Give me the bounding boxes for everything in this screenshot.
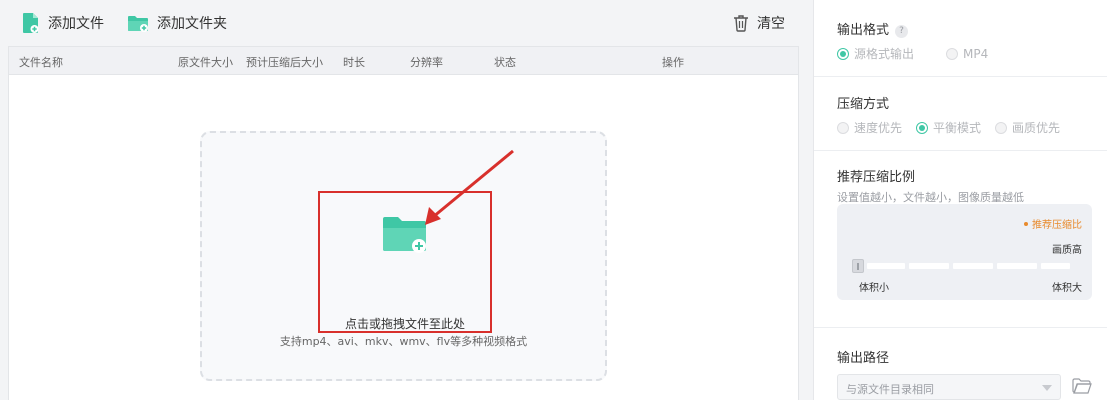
column-header-resolution: 分辨率 xyxy=(410,56,443,69)
add-file-label: 添加文件 xyxy=(48,16,104,32)
output-format-options: 源格式输出 MP4 xyxy=(837,45,1002,62)
radio-dot xyxy=(837,47,849,60)
trash-icon xyxy=(734,15,748,32)
column-header-filename: 文件名称 xyxy=(19,56,63,69)
radio-label: MP4 xyxy=(963,46,989,61)
slider-segment xyxy=(997,263,1037,269)
compress-mode-title: 压缩方式 xyxy=(837,97,890,112)
quality-high-label: 画质高 xyxy=(1052,245,1082,256)
chevron-down-icon xyxy=(1042,385,1052,391)
compression-ratio-title: 推荐压缩比例 xyxy=(837,170,916,185)
add-file-button[interactable]: 添加文件 xyxy=(22,10,104,36)
radio-quality-first[interactable]: 画质优先 xyxy=(995,119,1060,136)
compress-mode-section: 压缩方式 速度优先 平衡模式 画质优先 xyxy=(814,77,1107,151)
output-format-label: 输出格式 xyxy=(837,23,890,38)
add-folder-button[interactable]: 添加文件夹 xyxy=(127,10,227,36)
radio-balanced[interactable]: 平衡模式 xyxy=(916,119,981,136)
compression-ratio-section: 推荐压缩比例 设置值越小，文件越小，图像质量越低 推荐压缩比 画质高 体积小 体… xyxy=(814,151,1107,328)
compression-ratio-hint: 设置值越小，文件越小，图像质量越低 xyxy=(837,191,1024,204)
slider-segment xyxy=(1041,263,1070,269)
output-path-select[interactable]: 与源文件目录相同 xyxy=(837,374,1061,400)
radio-dot xyxy=(837,121,849,134)
output-path-title: 输出路径 xyxy=(837,351,890,366)
file-table: 文件名称 原文件大小 预计压缩后大小 时长 分辨率 状态 操作 点击或拖拽文件至… xyxy=(8,46,799,400)
output-path-section: 输出路径 与源文件目录相同 xyxy=(814,328,1107,400)
open-folder-icon[interactable] xyxy=(1072,378,1092,394)
toolbar: 添加文件 添加文件夹 清空 xyxy=(0,0,812,46)
add-file-icon xyxy=(23,13,39,33)
volume-large-label: 体积大 xyxy=(1052,283,1082,294)
output-path-value: 与源文件目录相同 xyxy=(846,383,934,396)
slider-segment xyxy=(909,263,949,269)
volume-small-label: 体积小 xyxy=(859,283,889,294)
compressor-app: 添加文件 添加文件夹 清空 文件名称 原文件大小 预计压缩后大小 时长 分辨率 … xyxy=(0,0,1107,400)
drop-zone[interactable]: 点击或拖拽文件至此处 支持mp4、avi、mkv、wmv、flv等多种视频格式 xyxy=(200,131,607,381)
radio-dot xyxy=(995,121,1008,134)
recommend-text: 推荐压缩比 xyxy=(1032,220,1082,231)
slider-thumb[interactable] xyxy=(852,259,864,273)
clear-button[interactable]: 清空 xyxy=(733,10,785,36)
drop-zone-subtitle: 支持mp4、avi、mkv、wmv、flv等多种视频格式 xyxy=(279,335,528,348)
radio-label: 画质优先 xyxy=(1012,121,1061,135)
slider-segment xyxy=(953,263,993,269)
compression-ratio-box: 推荐压缩比 画质高 体积小 体积大 xyxy=(837,204,1092,300)
radio-source-format[interactable]: 源格式输出 xyxy=(837,45,914,62)
radio-speed-first[interactable]: 速度优先 xyxy=(837,119,902,136)
compress-mode-options: 速度优先 平衡模式 画质优先 xyxy=(837,119,1074,136)
compression-slider[interactable] xyxy=(852,259,1070,273)
radio-dot xyxy=(916,121,929,134)
column-header-duration: 时长 xyxy=(343,56,365,69)
column-header-actions: 操作 xyxy=(662,56,684,69)
table-header: 文件名称 原文件大小 预计压缩后大小 时长 分辨率 状态 操作 xyxy=(9,47,798,75)
clear-label: 清空 xyxy=(757,16,785,32)
radio-label: 平衡模式 xyxy=(933,121,982,135)
help-icon[interactable]: ? xyxy=(895,25,909,38)
arrow-icon xyxy=(425,149,514,225)
settings-panel: 输出格式? 源格式输出 MP4 压缩方式 速度优先 平衡模式 画质优先 推荐压缩… xyxy=(813,0,1107,400)
recommend-label: 推荐压缩比 xyxy=(1024,216,1082,231)
slider-segment xyxy=(867,263,905,269)
radio-label: 速度优先 xyxy=(854,121,903,135)
column-header-original-size: 原文件大小 xyxy=(178,56,233,69)
radio-dot xyxy=(946,47,959,60)
radio-mp4[interactable]: MP4 xyxy=(946,47,988,61)
add-folder-label: 添加文件夹 xyxy=(157,16,227,32)
drop-zone-title: 点击或拖拽文件至此处 xyxy=(344,317,465,331)
column-header-estimated-size: 预计压缩后大小 xyxy=(246,56,323,69)
column-header-status: 状态 xyxy=(494,56,516,69)
radio-label: 源格式输出 xyxy=(854,47,915,61)
recommend-dot-icon xyxy=(1024,222,1028,226)
output-format-title: 输出格式? xyxy=(837,19,909,38)
output-format-section: 输出格式? 源格式输出 MP4 xyxy=(814,0,1107,77)
add-folder-icon xyxy=(128,16,148,32)
